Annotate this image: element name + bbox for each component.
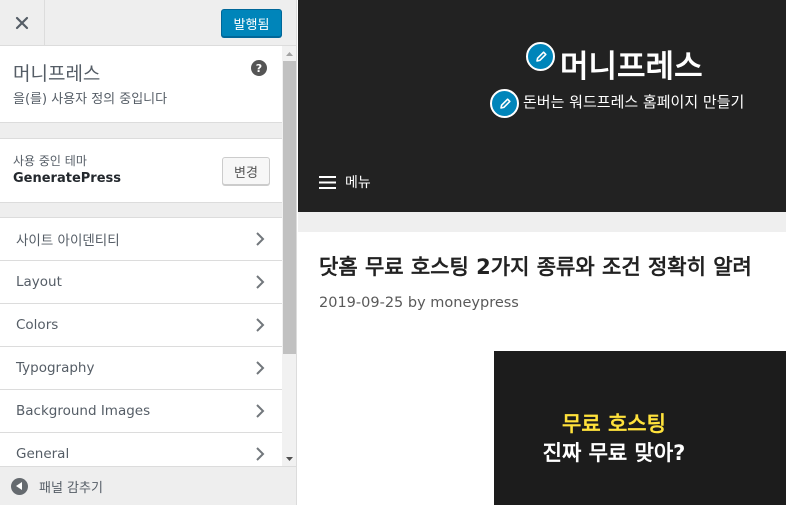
edit-site-title-button[interactable] bbox=[526, 42, 555, 71]
close-icon bbox=[15, 16, 29, 29]
post-by-label: by bbox=[407, 295, 426, 311]
site-preview: 머니프레스 돈버는 워드프레스 홈페이지 만들기 메뉴 닷홈 무료 호스팅 2가… bbox=[298, 0, 786, 505]
site-header: 머니프레스 돈버는 워드프레스 홈페이지 만들기 bbox=[298, 0, 786, 150]
change-theme-button[interactable]: 변경 bbox=[222, 157, 270, 185]
section-site-identity[interactable]: 사이트 아이덴티티 bbox=[0, 217, 282, 260]
collapse-arrow-icon bbox=[11, 477, 28, 495]
section-label: Typography bbox=[16, 360, 95, 376]
section-layout[interactable]: Layout bbox=[0, 260, 282, 303]
section-label: Layout bbox=[16, 274, 62, 290]
customizer-panel: 발행됨 머니프레스 을(를) 사용자 정의 중입니다 ? 사용 중인 테마 Ge… bbox=[0, 0, 297, 505]
menu-label: 메뉴 bbox=[345, 175, 371, 191]
scroll-down-arrow-icon[interactable] bbox=[282, 451, 296, 466]
collapse-panel-label: 패널 감추기 bbox=[39, 480, 103, 496]
active-theme-name: GeneratePress bbox=[13, 171, 122, 186]
post-meta: 2019-09-25 by moneypress bbox=[319, 295, 519, 311]
section-background-images[interactable]: Background Images bbox=[0, 389, 282, 432]
section-label: Background Images bbox=[16, 403, 151, 419]
section-label: General bbox=[16, 446, 70, 462]
site-title[interactable]: 머니프레스 bbox=[560, 41, 703, 86]
customizer-subtitle: 을(를) 사용자 정의 중입니다 bbox=[13, 92, 168, 107]
customizer-scroll-area: 머니프레스 을(를) 사용자 정의 중입니다 ? 사용 중인 테마 Genera… bbox=[0, 46, 282, 466]
customizer-section-list: 사이트 아이덴티티 Layout Colors Typography Backg… bbox=[0, 217, 282, 466]
post-article: 닷홈 무료 호스팅 2가지 종류와 조건 정확히 알려 2019-09-25 b… bbox=[298, 232, 786, 505]
publish-button[interactable]: 발행됨 bbox=[221, 9, 282, 37]
hamburger-icon bbox=[319, 175, 336, 189]
chevron-right-icon bbox=[256, 232, 265, 246]
panel-scrollbar[interactable] bbox=[282, 46, 296, 466]
chevron-right-icon bbox=[256, 275, 265, 289]
chevron-right-icon bbox=[256, 404, 265, 418]
active-theme-box: 사용 중인 테마 GeneratePress 변경 bbox=[0, 138, 282, 203]
menu-toggle-button[interactable]: 메뉴 bbox=[319, 172, 371, 192]
collapse-panel-button[interactable]: 패널 감추기 bbox=[0, 466, 296, 505]
section-general[interactable]: General bbox=[0, 432, 282, 466]
scrollbar-thumb[interactable] bbox=[283, 61, 296, 354]
section-colors[interactable]: Colors bbox=[0, 303, 282, 346]
customizer-header: 발행됨 bbox=[0, 0, 296, 46]
section-label: 사이트 아이덴티티 bbox=[16, 233, 120, 249]
section-label: Colors bbox=[16, 317, 59, 333]
chevron-right-icon bbox=[256, 318, 265, 332]
post-title-link[interactable]: 닷홈 무료 호스팅 2가지 종류와 조건 정확히 알려 bbox=[319, 251, 752, 281]
section-typography[interactable]: Typography bbox=[0, 346, 282, 389]
chevron-right-icon bbox=[256, 447, 265, 461]
customizer-site-title: 머니프레스 bbox=[13, 63, 101, 85]
edit-site-description-button[interactable] bbox=[490, 89, 519, 118]
thumb-subheadline: 진짜 무료 맞아? bbox=[542, 441, 686, 465]
site-navigation: 메뉴 bbox=[298, 150, 786, 212]
pencil-icon bbox=[535, 50, 547, 62]
active-theme-label: 사용 중인 테마 bbox=[13, 154, 87, 168]
help-icon[interactable]: ? bbox=[251, 60, 267, 76]
thumb-headline: 무료 호스팅 bbox=[562, 412, 666, 436]
customizer-info: 머니프레스 을(를) 사용자 정의 중입니다 ? bbox=[0, 46, 282, 123]
post-author-link[interactable]: moneypress bbox=[430, 295, 519, 311]
site-description: 돈버는 워드프레스 홈페이지 만들기 bbox=[523, 93, 745, 111]
post-date: 2019-09-25 bbox=[319, 295, 404, 311]
post-featured-image[interactable]: 무료 호스팅 진짜 무료 맞아? bbox=[494, 351, 786, 505]
close-customizer-button[interactable] bbox=[0, 0, 45, 45]
scroll-up-arrow-icon[interactable] bbox=[282, 46, 296, 61]
chevron-right-icon bbox=[256, 361, 265, 375]
pencil-icon bbox=[499, 97, 511, 109]
